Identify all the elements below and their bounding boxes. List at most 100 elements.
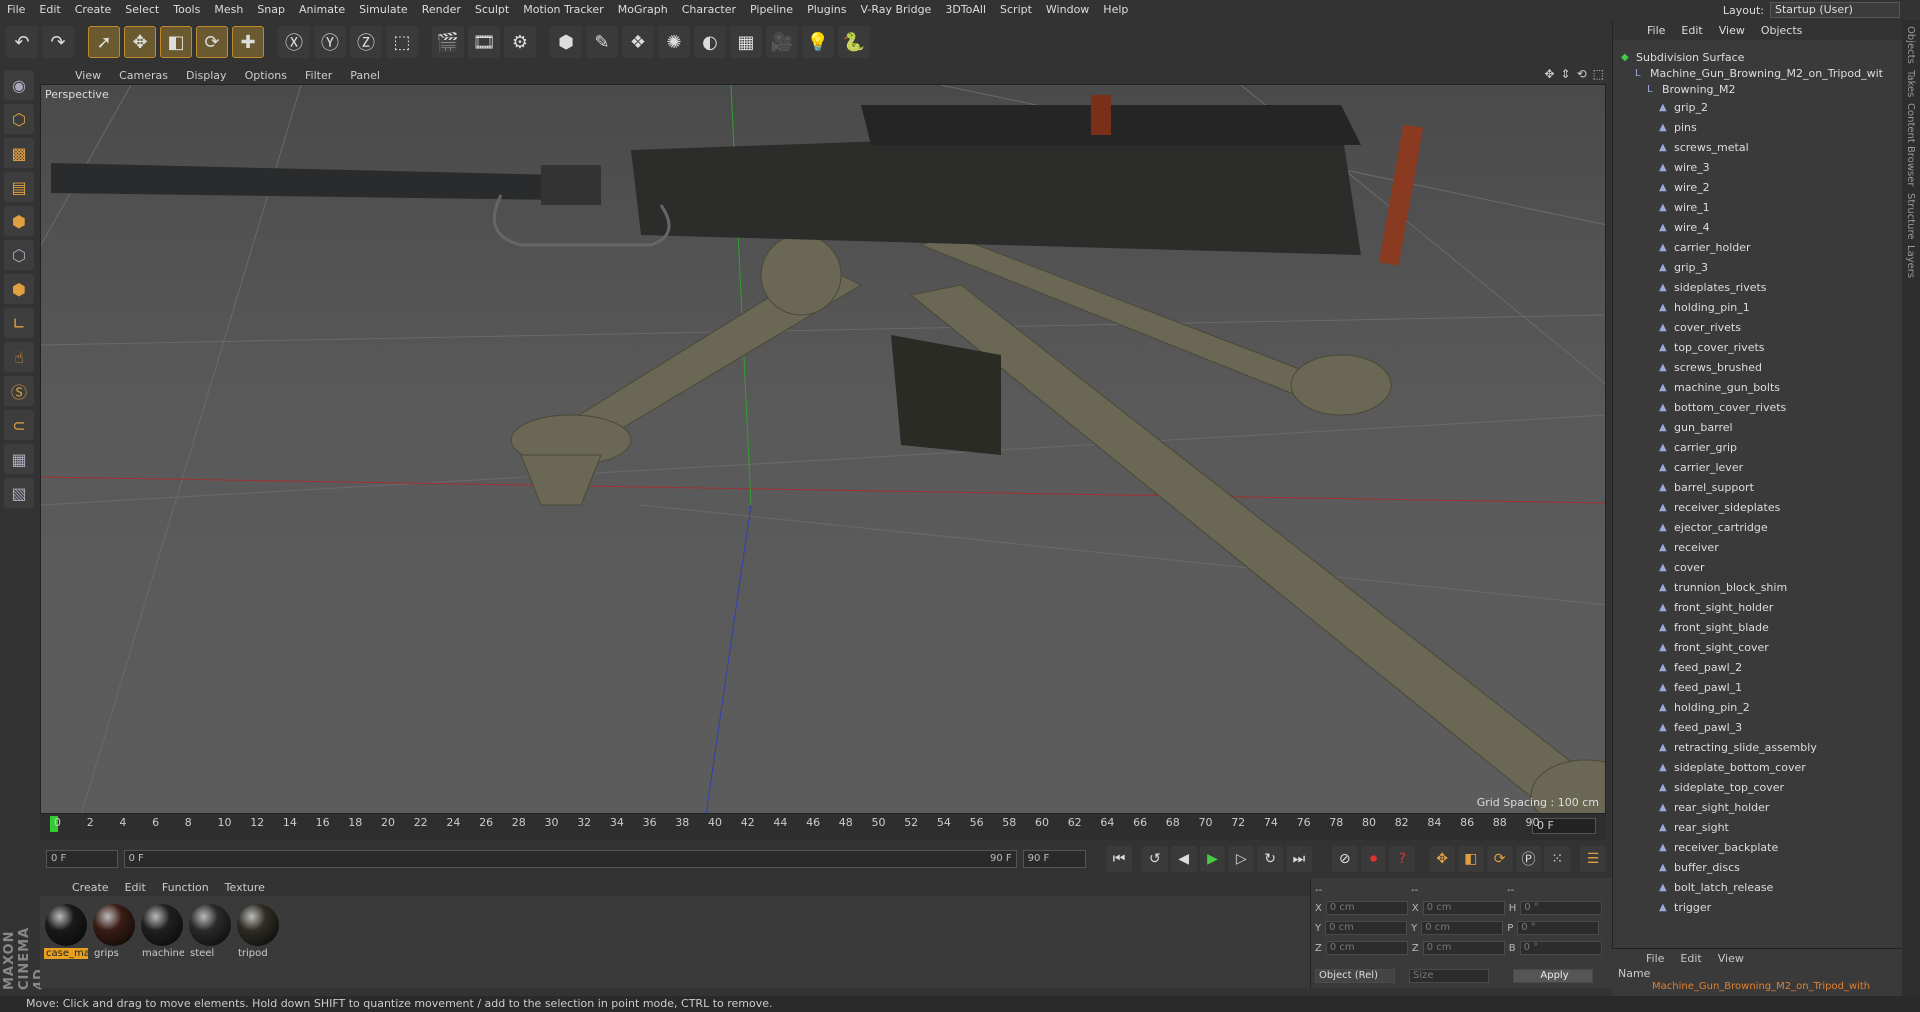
viewport-menu-display[interactable]: Display <box>177 69 236 82</box>
lock-workplane-icon[interactable]: ▦ <box>4 444 34 474</box>
key-param-icon[interactable]: Ⓟ <box>1515 846 1542 872</box>
material-swatch[interactable]: steel <box>188 904 232 964</box>
move-tool-icon[interactable]: ✥ <box>124 26 156 58</box>
object-item[interactable]: ▲ carrier_lever <box>1659 458 1743 476</box>
object-item[interactable]: ▲ buffer_discs <box>1659 858 1740 876</box>
coord-value-field[interactable]: 0 cm <box>1422 941 1505 955</box>
object-item[interactable]: ▲ feed_pawl_1 <box>1659 678 1742 696</box>
object-item[interactable]: ▲ cover <box>1659 558 1705 576</box>
object-item[interactable]: ▲ front_sight_cover <box>1659 638 1769 656</box>
coord-value-field[interactable]: 0 ° <box>1519 941 1602 955</box>
object-item[interactable]: ▲ sideplate_bottom_cover <box>1659 758 1806 776</box>
floor-scene-icon[interactable]: ▦ <box>730 26 762 58</box>
object-item[interactable]: ▲ cover_rivets <box>1659 318 1741 336</box>
tab-structure[interactable]: Structure <box>1905 193 1916 240</box>
prev-keyframe-icon[interactable]: ↺ <box>1142 846 1168 872</box>
object-item[interactable]: ▲ carrier_holder <box>1659 238 1751 256</box>
layout-selector[interactable]: Layout: Startup (User) <box>1723 2 1900 18</box>
object-item[interactable]: ▲ grip_3 <box>1659 258 1708 276</box>
play-icon[interactable]: ▶ <box>1199 846 1226 872</box>
viewport-menu-options[interactable]: Options <box>236 69 296 82</box>
object-item[interactable]: ▲ bolt_latch_release <box>1659 878 1773 896</box>
workplane-icon[interactable]: ▤ <box>4 172 34 202</box>
pen-spline-icon[interactable]: ✎ <box>586 26 618 58</box>
menu-tools[interactable]: Tools <box>166 0 207 20</box>
polygons-mode-icon[interactable]: ⬢ <box>4 274 34 304</box>
menu-window[interactable]: Window <box>1039 0 1096 20</box>
render-picture-viewer-icon[interactable]: 🎞 <box>468 26 500 58</box>
object-item[interactable]: ▲ top_cover_rivets <box>1659 338 1765 356</box>
menu-create[interactable]: Create <box>68 0 119 20</box>
axis-mode-icon[interactable]: ∟ <box>4 308 34 338</box>
dolly-icon[interactable]: ⇕ <box>1561 67 1571 81</box>
start-frame-field[interactable]: 0 F <box>46 850 118 868</box>
coord-value-field[interactable]: 0 ° <box>1520 901 1603 915</box>
mograph-cloner-icon[interactable]: ✺ <box>658 26 690 58</box>
coord-value-field[interactable]: 0 cm <box>1325 941 1408 955</box>
menu-script[interactable]: Script <box>993 0 1039 20</box>
object-item[interactable]: ▲ screws_metal <box>1659 138 1749 156</box>
planar-workplane-icon[interactable]: ▧ <box>4 478 34 508</box>
menu-animate[interactable]: Animate <box>292 0 352 20</box>
tab-layers[interactable]: Layers <box>1905 245 1916 278</box>
select-tool-icon[interactable]: ➚ <box>88 26 120 58</box>
make-editable-icon[interactable]: ◉ <box>4 70 34 100</box>
z-axis-lock-icon[interactable]: Ⓩ <box>350 26 382 58</box>
object-item[interactable]: ▲ machine_gun_bolts <box>1659 378 1780 396</box>
menu-edit[interactable]: Edit <box>32 0 67 20</box>
timeline-window-icon[interactable]: ☰ <box>1580 846 1606 872</box>
layout-dropdown[interactable]: Startup (User) <box>1770 2 1900 18</box>
object-item[interactable]: ▲ grip_2 <box>1659 98 1708 116</box>
texture-mode-icon[interactable]: ▩ <box>4 138 34 168</box>
menu-3dtoall[interactable]: 3DToAll <box>938 0 993 20</box>
transform-tool-icon[interactable]: ✚ <box>232 26 264 58</box>
tab-takes[interactable]: Takes <box>1905 70 1916 97</box>
menu-help[interactable]: Help <box>1096 0 1135 20</box>
coord-value-field[interactable]: 0 cm <box>1421 921 1504 935</box>
object-item[interactable]: ▲ wire_3 <box>1659 158 1710 176</box>
key-rotation-icon[interactable]: ⟳ <box>1486 846 1513 872</box>
undo-icon[interactable]: ↶ <box>6 26 38 58</box>
material-swatch[interactable]: grips <box>92 904 136 964</box>
render-settings-icon[interactable]: ⚙ <box>504 26 536 58</box>
layer-row[interactable]: Machine_Gun_Browning_M2_on_Tripod_with <box>1612 981 1902 992</box>
y-axis-lock-icon[interactable]: Ⓨ <box>314 26 346 58</box>
record-keys-icon[interactable]: ⊘ <box>1331 846 1358 872</box>
pan-icon[interactable]: ✥ <box>1544 67 1554 81</box>
object-item[interactable]: ▲ trunnion_block_shim <box>1659 578 1787 596</box>
object-item[interactable]: ▲ rear_sight_holder <box>1659 798 1769 816</box>
layer-menu-edit[interactable]: Edit <box>1672 952 1709 965</box>
points-mode-icon[interactable]: ⬢ <box>4 206 34 236</box>
next-frame-icon[interactable]: ▷ <box>1228 846 1255 872</box>
light-icon[interactable]: 💡 <box>802 26 834 58</box>
menu-plugins[interactable]: Plugins <box>800 0 853 20</box>
tab-objects[interactable]: Objects <box>1905 26 1916 64</box>
object-menu-view[interactable]: View <box>1711 24 1753 37</box>
object-item[interactable]: ▲ gun_barrel <box>1659 418 1733 436</box>
coord-value-field[interactable]: 0 cm <box>1422 901 1505 915</box>
object-item[interactable]: ▲ sideplate_top_cover <box>1659 778 1784 796</box>
model-mode-icon[interactable]: ⬡ <box>4 104 34 134</box>
object-item[interactable]: ▲ rear_sight <box>1659 818 1729 836</box>
menu-mograph[interactable]: MoGraph <box>611 0 675 20</box>
camera-icon[interactable]: 🎥 <box>766 26 798 58</box>
coord-size-dropdown[interactable]: Size <box>1409 969 1489 983</box>
coordinate-system-icon[interactable]: ⬚ <box>386 26 418 58</box>
object-item[interactable]: ▲ feed_pawl_3 <box>1659 718 1742 736</box>
object-menu-edit[interactable]: Edit <box>1673 24 1710 37</box>
object-item[interactable]: ▲ wire_2 <box>1659 178 1710 196</box>
menu-character[interactable]: Character <box>675 0 743 20</box>
material-swatch[interactable]: machine <box>140 904 184 964</box>
prev-frame-icon[interactable]: ◀ <box>1170 846 1197 872</box>
layer-menu-view[interactable]: View <box>1710 952 1752 965</box>
orbit-icon[interactable]: ⟲ <box>1577 67 1587 81</box>
object-item[interactable]: ▲ receiver <box>1659 538 1719 556</box>
end-frame-field[interactable]: 90 F <box>1022 850 1087 868</box>
current-frame-field[interactable]: 0 F <box>1532 818 1596 834</box>
object-item[interactable]: ▲ wire_1 <box>1659 198 1710 216</box>
autokey-icon[interactable]: ⏺ <box>1360 846 1387 872</box>
key-scale-icon[interactable]: ◧ <box>1457 846 1484 872</box>
python-icon[interactable]: 🐍 <box>838 26 870 58</box>
menu-snap[interactable]: Snap <box>250 0 292 20</box>
frame-range-slider[interactable]: 0 F 90 F <box>123 850 1017 868</box>
